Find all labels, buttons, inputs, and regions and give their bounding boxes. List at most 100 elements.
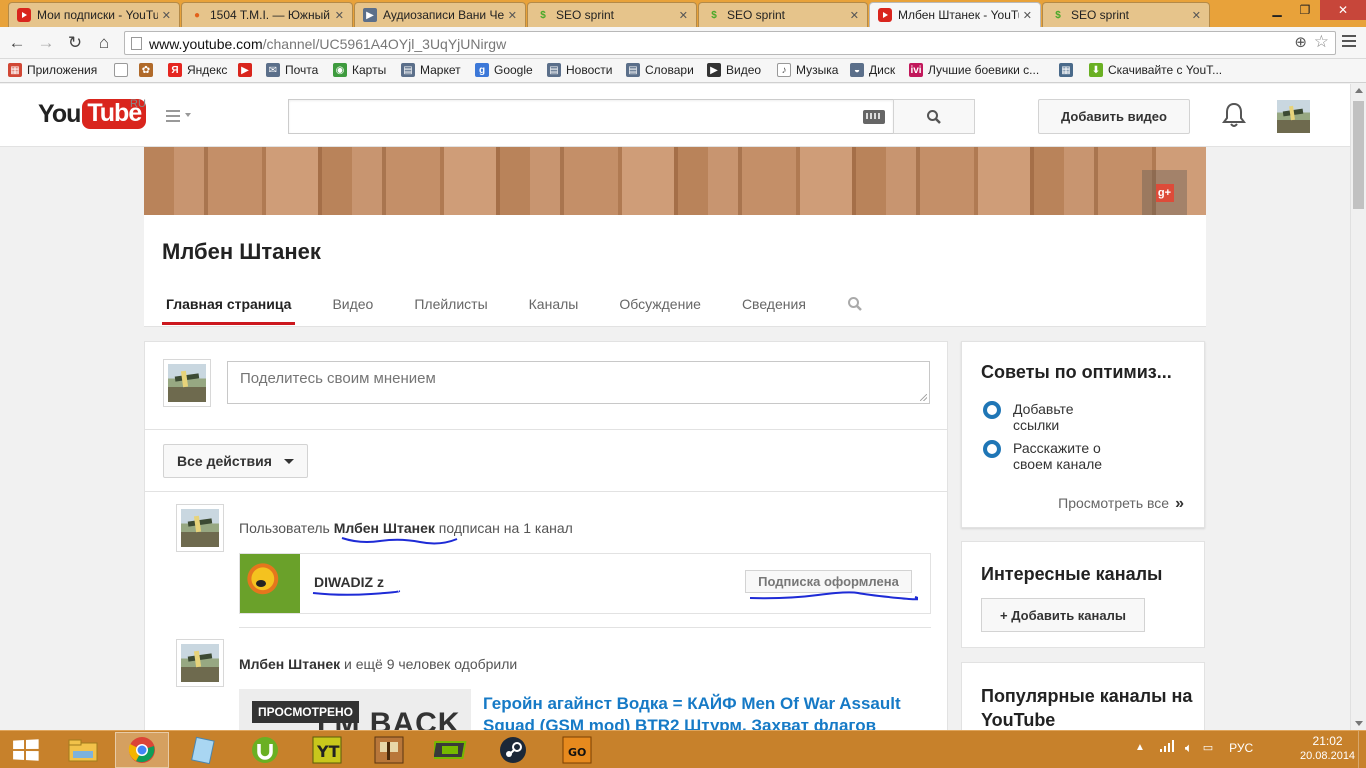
bookmark-item[interactable]: ✿: [139, 63, 158, 77]
scroll-up-icon[interactable]: [1355, 88, 1363, 93]
youtube-logo[interactable]: You Tube RU: [38, 98, 147, 129]
windows-start-icon[interactable]: [13, 739, 39, 761]
tip-label: Добавьте ссылки: [1013, 401, 1074, 433]
bookmark-item[interactable]: ivi Лучшие боевики с...: [909, 63, 1039, 77]
share-input[interactable]: [228, 362, 929, 403]
music-icon: ♪: [777, 63, 791, 77]
close-window-button[interactable]: ✕: [1320, 0, 1366, 20]
browser-tab[interactable]: Мои подписки - YouTube ✕: [8, 2, 180, 27]
disk-icon: ◒: [850, 63, 864, 77]
game-yt-icon[interactable]: YT: [300, 732, 354, 768]
close-tab-icon[interactable]: ✕: [508, 9, 517, 22]
view-all-tips-link[interactable]: Просмотреть все »: [1058, 495, 1184, 513]
clock[interactable]: 21:02 20.08.2014: [1300, 734, 1355, 764]
close-tab-icon[interactable]: ✕: [679, 9, 688, 22]
chrome-icon[interactable]: [115, 732, 169, 768]
home-icon[interactable]: ⌂: [93, 32, 115, 54]
video-title-link[interactable]: Геройн агайнст Водка = КАЙФ Men Of War A…: [483, 693, 938, 730]
reload-icon[interactable]: ↻: [64, 32, 86, 54]
activity-avatar[interactable]: [176, 504, 224, 552]
google-plus-link[interactable]: g+: [1142, 170, 1187, 215]
all-actions-dropdown[interactable]: Все действия: [163, 444, 308, 478]
bookmark-item[interactable]: Я Яндекс: [168, 63, 227, 77]
activity-user-link[interactable]: Млбен Штанек: [239, 656, 340, 672]
tab-discussion[interactable]: Обсуждение: [615, 296, 705, 325]
scrollbar-thumb[interactable]: [1353, 101, 1364, 209]
channel-tabs: Главная страница Видео Плейлисты Каналы …: [162, 296, 900, 325]
account-avatar[interactable]: [1277, 100, 1310, 133]
page-scrollbar[interactable]: [1350, 84, 1366, 730]
browser-tab[interactable]: $ SEO sprint ✕: [698, 2, 868, 27]
utorrent-icon[interactable]: [238, 732, 292, 768]
activity-avatar[interactable]: [176, 639, 224, 687]
steam-icon[interactable]: [486, 732, 540, 768]
language-indicator[interactable]: РУС: [1229, 741, 1253, 755]
bookmarks-bar: ▦ Приложения ✿ Я Яндекс ▶ ✉ Почта ◉ Карты ▤ Маркет g…: [0, 59, 1366, 83]
csgo-icon[interactable]: GO: [550, 732, 604, 768]
share-avatar: [163, 359, 211, 407]
close-tab-icon[interactable]: ✕: [1023, 9, 1032, 22]
bookmark-item[interactable]: ▶ Видео: [707, 63, 761, 77]
tip-describe-channel[interactable]: Расскажите о своем канале: [983, 440, 1123, 472]
close-tab-icon[interactable]: ✕: [335, 9, 344, 22]
browser-tab[interactable]: ● 1504 T.M.I. — Южный ✕: [181, 2, 353, 27]
tray-expand-icon[interactable]: ▲: [1135, 742, 1145, 753]
bookmark-item[interactable]: ▤ Маркет: [401, 63, 461, 77]
explorer-icon[interactable]: [56, 732, 110, 768]
bookmark-item[interactable]: ✉ Почта: [266, 63, 318, 77]
bookmark-item[interactable]: ♪ Музыка: [777, 63, 838, 77]
minimize-window-button[interactable]: ▁: [1263, 0, 1291, 20]
notifications-bell-icon[interactable]: [1222, 102, 1246, 131]
chrome-menu-icon[interactable]: [1342, 35, 1356, 50]
search-button[interactable]: [893, 99, 975, 134]
upload-video-button[interactable]: Добавить видео: [1038, 99, 1190, 134]
nvidia-icon[interactable]: [424, 732, 478, 768]
guide-menu-icon[interactable]: [166, 110, 191, 125]
bookmark-item[interactable]: ◉ Карты: [333, 63, 386, 77]
volume-icon[interactable]: 🔈︎: [1185, 740, 1193, 756]
channel-thumbnail[interactable]: [240, 554, 300, 613]
bookmark-item[interactable]: ◒ Диск: [850, 63, 895, 77]
browser-tab[interactable]: $ SEO sprint ✕: [527, 2, 697, 27]
bookmark-item[interactable]: ▦ Приложения: [8, 63, 97, 77]
keyboard-icon[interactable]: [863, 110, 885, 124]
zoom-icon[interactable]: ⊕: [1294, 33, 1307, 51]
notepad-icon[interactable]: [176, 732, 230, 768]
interesting-title: Интересные каналы: [981, 564, 1163, 584]
scroll-down-icon[interactable]: [1355, 721, 1363, 726]
channel-search-icon[interactable]: [843, 296, 867, 325]
maximize-window-button[interactable]: ❐: [1291, 0, 1319, 20]
bookmark-item[interactable]: ⬇ Скачивайте с YouT...: [1089, 63, 1222, 77]
resize-grip-icon[interactable]: [920, 394, 927, 401]
bookmark-item[interactable]: ▤ Новости: [547, 63, 612, 77]
bookmark-item[interactable]: ▦: [1059, 63, 1078, 77]
network-signal-icon[interactable]: [1159, 739, 1175, 756]
tab-channels[interactable]: Каналы: [525, 296, 583, 325]
tab-home[interactable]: Главная страница: [162, 296, 296, 325]
bookmark-item[interactable]: [114, 63, 133, 77]
close-tab-icon[interactable]: ✕: [162, 9, 171, 22]
bookmark-item[interactable]: ▶: [238, 63, 257, 77]
keyboard-layout-icon[interactable]: ▭: [1203, 741, 1213, 754]
bookmark-star-icon[interactable]: ☆: [1314, 32, 1329, 52]
bookmark-item[interactable]: ▤ Словари: [626, 63, 694, 77]
add-channels-button[interactable]: + Добавить каналы: [981, 598, 1145, 632]
url-text: www.youtube.com/channel/UC5961A4OYjl_3Uq…: [149, 36, 506, 52]
show-desktop-button[interactable]: [1358, 731, 1366, 768]
seosprint-icon: $: [1055, 9, 1061, 21]
tab-about[interactable]: Сведения: [738, 296, 810, 325]
game-pirates-icon[interactable]: [362, 732, 416, 768]
tab-playlists[interactable]: Плейлисты: [410, 296, 491, 325]
bookmark-item[interactable]: g Google: [475, 63, 533, 77]
search-input[interactable]: [289, 100, 849, 133]
close-tab-icon[interactable]: ✕: [1192, 9, 1201, 22]
close-tab-icon[interactable]: ✕: [850, 9, 859, 22]
tab-videos[interactable]: Видео: [328, 296, 377, 325]
browser-tab-active[interactable]: Млбен Штанек - YouTube ✕: [869, 2, 1041, 27]
browser-tab[interactable]: ▶ Аудиозаписи Вани Че ✕: [354, 2, 526, 27]
tip-add-links[interactable]: Добавьте ссылки: [983, 401, 1123, 433]
forward-icon[interactable]: →: [35, 32, 57, 54]
browser-tab[interactable]: $ SEO sprint ✕: [1042, 2, 1210, 27]
address-bar[interactable]: www.youtube.com/channel/UC5961A4OYjl_3Uq…: [124, 31, 1336, 55]
back-icon[interactable]: ←: [6, 32, 28, 54]
